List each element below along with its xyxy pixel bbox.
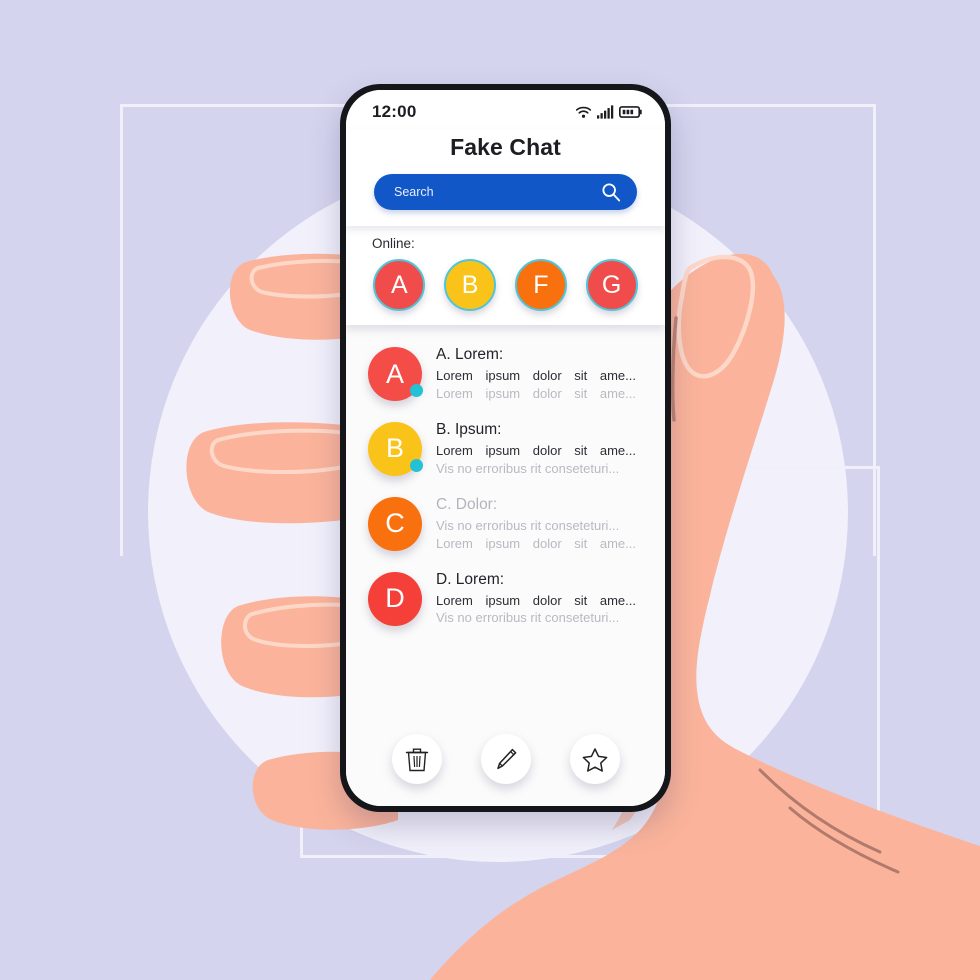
chat-preview-line: Vis no erroribus rit conseteturi... (436, 609, 649, 626)
chat-avatar-letter: C (385, 508, 405, 539)
online-status-dot (410, 458, 423, 472)
chat-preview-word: ipsum (485, 535, 521, 551)
chat-avatar: C (368, 496, 422, 551)
online-section: Online: A B F G (346, 226, 665, 325)
chat-preview-line: Vis no erroribus rit conseteturi... (436, 517, 649, 534)
chat-preview-text: Vis no erroribus rit conseteturi... (436, 610, 620, 626)
chat-preview-word: Lorem (436, 368, 473, 384)
chat-preview-line: Lorem ipsum dolor sit ame... (436, 367, 636, 384)
chat-preview-word: Lorem (436, 385, 473, 401)
compose-button[interactable] (480, 734, 531, 784)
list-item[interactable]: B B. Ipsum: Lorem ipsum dolor sit ame... Vis… (346, 410, 665, 485)
online-label: Online: (372, 236, 415, 251)
list-item[interactable]: C C. Dolor: Vis no erroribus rit consete… (346, 485, 665, 560)
chat-preview-text: Vis no erroribus rit conseteturi... (436, 518, 620, 534)
search-icon[interactable] (601, 182, 621, 202)
online-avatar-letter: B (461, 270, 479, 299)
page-title: Fake Chat (450, 134, 561, 160)
chat-preview-word: ipsum (485, 443, 521, 459)
online-status-dot (410, 384, 423, 397)
online-avatar-letter: A (391, 270, 408, 299)
chat-text-block: A. Lorem: Lorem ipsum dolor sit ame... Lorem… (436, 343, 649, 402)
phone-screen: 12:00 Fake Chat Search Online: A B F G A… (346, 90, 665, 806)
chat-preview-word: ame... (599, 385, 636, 401)
status-bar: 12:00 (346, 90, 665, 130)
chat-preview-line: Lorem ipsum dolor sit ame... (436, 592, 636, 609)
status-icon-group (575, 105, 643, 120)
chat-preview-line: Lorem ipsum dolor sit ame... (436, 442, 636, 459)
chat-preview-word: ame... (599, 443, 636, 459)
status-clock: 12:00 (372, 102, 417, 121)
chat-preview-word: ame... (599, 368, 636, 384)
online-avatar[interactable]: F (514, 259, 567, 311)
cellular-signal-icon (597, 105, 614, 119)
chat-preview-word: sit (574, 368, 588, 384)
bottom-toolbar (346, 726, 665, 806)
chat-preview-word: ipsum (485, 385, 521, 401)
chat-avatar-letter: B (385, 433, 404, 464)
avatar: A (368, 347, 423, 401)
chat-text-block: C. Dolor: Vis no erroribus rit consetetu… (436, 493, 649, 552)
chat-preview-word: ame... (599, 535, 636, 551)
chat-name: D. Lorem: (436, 570, 505, 588)
avatar: B (368, 421, 423, 476)
avatar: C (368, 496, 422, 551)
online-avatar-letter: F (533, 270, 549, 299)
chat-text-block: D. Lorem: Lorem ipsum dolor sit ame... Vis n… (436, 568, 649, 627)
chat-preview-word: dolor (532, 368, 562, 384)
chat-list: A A. Lorem: Lorem ipsum dolor sit ame... Lor… (346, 325, 665, 726)
pencil-icon (496, 748, 516, 770)
chat-preview-word: ipsum (485, 368, 521, 384)
avatar: D (368, 571, 422, 626)
chat-avatar-letter: D (385, 583, 405, 614)
phone-device: 12:00 Fake Chat Search Online: A B F G A… (340, 84, 671, 812)
chat-name: A. Lorem: (436, 346, 504, 363)
chat-preview-word: dolor (532, 535, 562, 551)
chat-preview-word: Lorem (436, 535, 473, 551)
battery-icon (619, 106, 642, 118)
online-avatar[interactable]: G (585, 259, 638, 311)
wifi-icon (575, 106, 592, 118)
online-avatar[interactable]: B (444, 259, 497, 311)
chat-preview-line: Vis no erroribus rit conseteturi... (436, 460, 649, 477)
chat-preview-word: Lorem (436, 593, 473, 609)
star-icon (582, 747, 607, 772)
list-item[interactable]: A A. Lorem: Lorem ipsum dolor sit ame... Lor… (346, 335, 665, 410)
online-avatar-row: A B F G (346, 259, 665, 311)
chat-preview-line: Lorem ipsum dolor sit ame... (436, 535, 636, 552)
chat-preview-line: Lorem ipsum dolor sit ame... (436, 385, 636, 402)
chat-preview-word: sit (574, 535, 588, 551)
chat-preview-word: dolor (532, 385, 562, 401)
chat-preview-word: sit (574, 593, 588, 609)
chat-preview-word: Lorem (436, 443, 473, 459)
chat-preview-word: dolor (532, 443, 562, 459)
chat-text-block: B. Ipsum: Lorem ipsum dolor sit ame... Vis n… (436, 418, 649, 477)
chat-preview-word: ipsum (485, 593, 521, 609)
search-input[interactable]: Search (374, 174, 637, 210)
favorite-button[interactable] (569, 734, 620, 784)
app-header: Fake Chat Search (346, 130, 665, 226)
chat-preview-word: ame... (599, 593, 636, 609)
online-avatar[interactable]: A (373, 259, 426, 311)
chat-preview-word: sit (574, 385, 588, 401)
trash-icon (405, 748, 428, 772)
chat-preview-word: sit (574, 443, 588, 459)
delete-button[interactable] (391, 734, 442, 784)
chat-avatar-letter: A (385, 358, 404, 389)
chat-avatar: D (368, 571, 422, 626)
illustration-stage: 12:00 Fake Chat Search Online: A B F G A… (0, 0, 980, 980)
chat-preview-text: Vis no erroribus rit conseteturi... (436, 460, 620, 476)
chat-name: C. Dolor: (436, 495, 498, 513)
online-avatar-letter: G (601, 270, 622, 299)
list-item[interactable]: D D. Lorem: Lorem ipsum dolor sit ame... Vis… (346, 560, 665, 635)
search-placeholder: Search (394, 185, 434, 199)
chat-preview-word: dolor (532, 593, 562, 609)
chat-name: B. Ipsum: (436, 420, 502, 438)
